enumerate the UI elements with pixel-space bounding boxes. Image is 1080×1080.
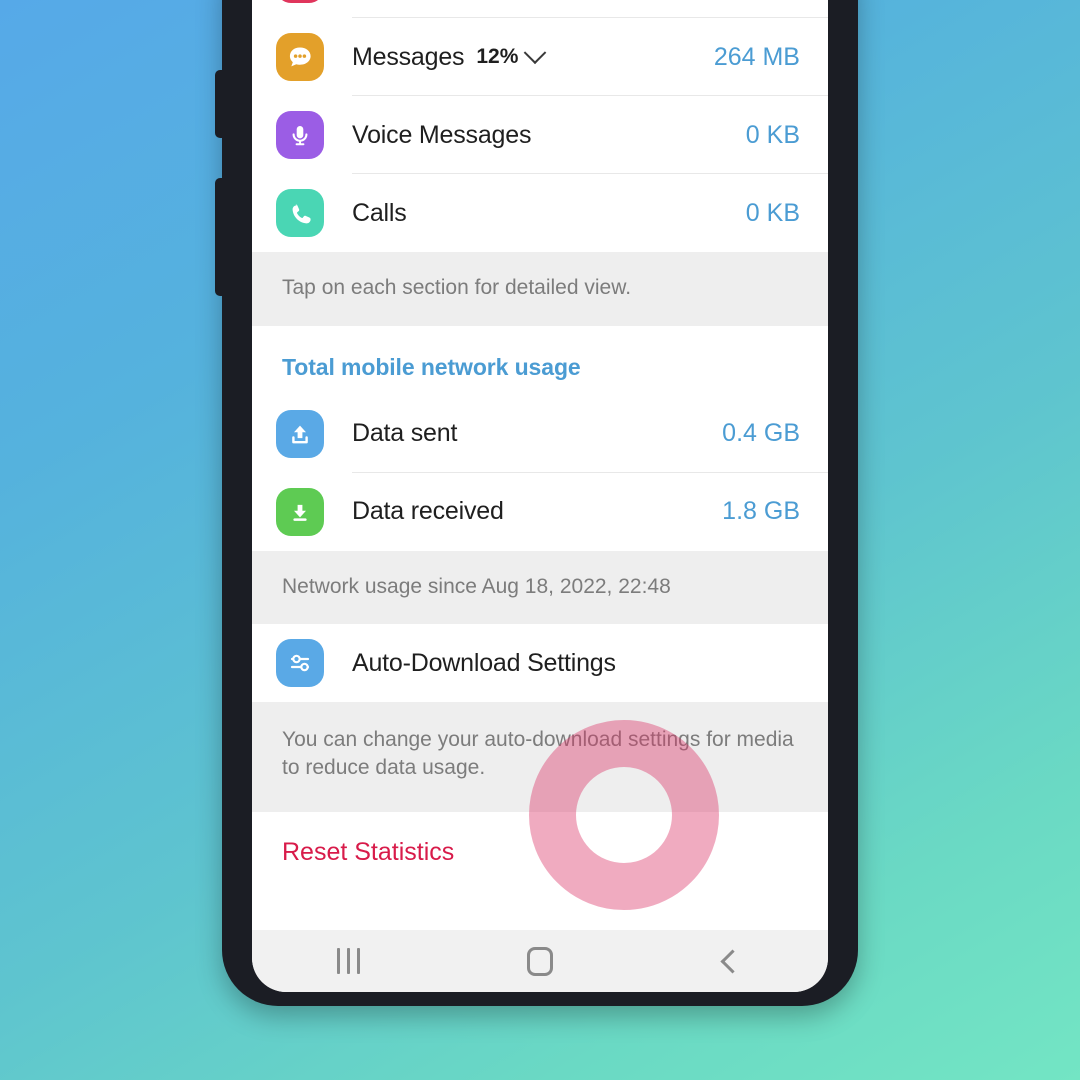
usage-row-music[interactable]: Music 16% 352 GB [252, 0, 828, 18]
network-row-data-received[interactable]: Data received 1.8 GB [252, 472, 828, 551]
network-since-band: Network usage since Aug 18, 2022, 22:48 [252, 550, 828, 625]
volume-button[interactable] [215, 70, 225, 138]
recents-icon [336, 948, 360, 974]
power-button[interactable] [215, 178, 225, 296]
upload-arrow-icon [276, 409, 324, 458]
nav-recents-button[interactable] [252, 930, 444, 992]
phone-handset-icon [276, 189, 324, 237]
phone-frame: Music 16% 352 GB [215, 0, 858, 1006]
network-row-value: 1.8 GB [722, 497, 800, 526]
network-row-label: Data received [352, 497, 504, 526]
usage-row-value: 264 MB [713, 42, 800, 71]
chevron-down-icon[interactable] [524, 41, 547, 65]
tap-hint-text: Tap on each section for detailed view. [282, 276, 632, 299]
reset-statistics-row[interactable]: Reset Statistics [252, 811, 828, 894]
settings-scroll-area[interactable]: Music 16% 352 GB [252, 0, 828, 932]
usage-row-calls[interactable]: Calls 0 KB [252, 174, 828, 252]
network-section-title: Total mobile network usage [252, 325, 828, 395]
chat-bubble-icon [276, 33, 324, 81]
usage-row-percent: 12% [476, 45, 519, 68]
network-since-text: Network usage since Aug 18, 2022, 22:48 [282, 574, 671, 598]
download-arrow-icon [276, 487, 324, 536]
usage-row-messages[interactable]: Messages 12% 264 MB [252, 18, 828, 96]
network-row-value: 0.4 GB [722, 419, 800, 448]
android-navigation-bar [252, 930, 828, 992]
network-row-label: Data sent [352, 419, 458, 448]
auto-download-description-band: You can change your auto-download settin… [252, 702, 828, 812]
usage-row-value: 0 KB [745, 198, 800, 227]
sliders-icon [276, 639, 324, 688]
usage-row-voice-messages[interactable]: Voice Messages 0 KB [252, 96, 828, 174]
usage-row-label: Messages [352, 42, 465, 71]
network-row-data-sent[interactable]: Data sent 0.4 GB [252, 394, 828, 473]
music-play-icon [276, 0, 324, 3]
reset-statistics-label: Reset Statistics [282, 838, 455, 867]
auto-download-description: You can change your auto-download settin… [282, 728, 794, 780]
usage-list: Music 16% 352 GB [252, 0, 828, 252]
back-chevron-icon [719, 948, 745, 974]
nav-home-button[interactable] [444, 930, 636, 992]
usage-row-label: Calls [352, 198, 407, 227]
home-icon [527, 946, 553, 976]
auto-download-settings-row[interactable]: Auto-Download Settings [252, 624, 828, 703]
auto-download-label: Auto-Download Settings [352, 648, 616, 677]
nav-back-button[interactable] [636, 930, 828, 992]
usage-row-label: Voice Messages [352, 120, 532, 149]
phone-screen: Music 16% 352 GB [252, 0, 828, 992]
usage-row-value: 0 KB [745, 120, 800, 149]
tap-hint-band: Tap on each section for detailed view. [252, 252, 828, 326]
microphone-icon [276, 111, 324, 159]
